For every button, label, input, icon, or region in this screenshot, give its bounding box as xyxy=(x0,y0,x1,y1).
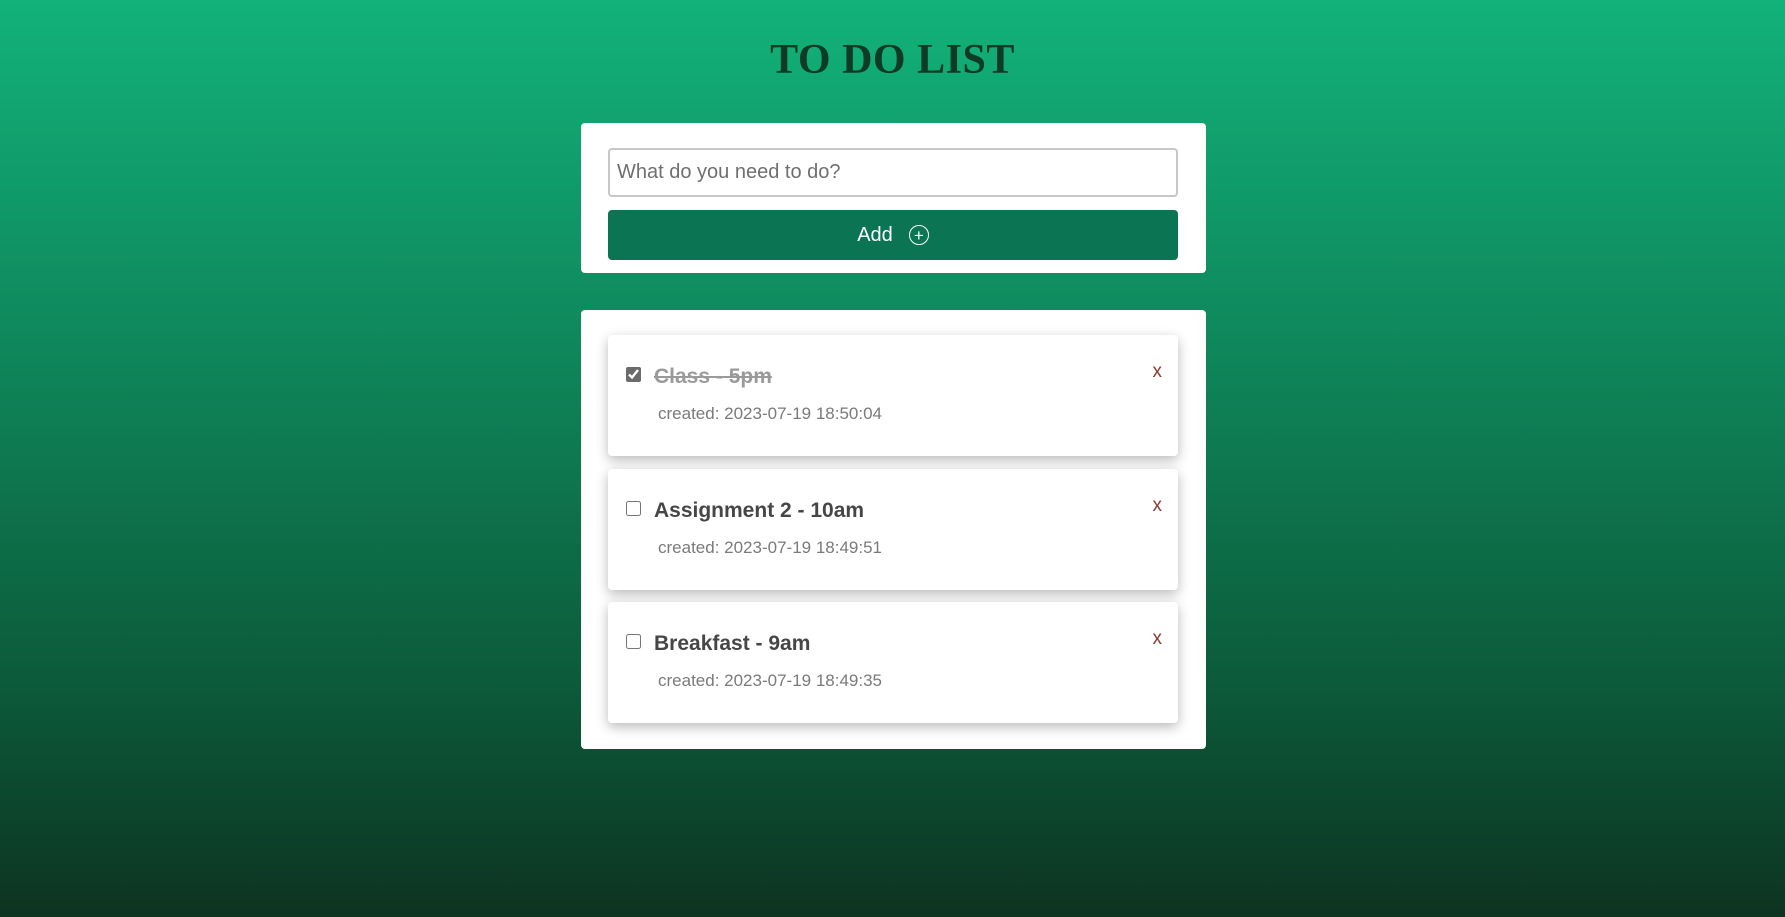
plus-circle-icon: + xyxy=(908,225,929,245)
todo-created-timestamp: created: 2023-07-19 18:49:35 xyxy=(658,671,883,690)
todo-checkbox[interactable] xyxy=(626,367,641,382)
todo-title: Breakfast - 9am xyxy=(654,632,811,655)
todo-list: Class - 5pm created: 2023-07-19 18:50:04… xyxy=(581,310,1206,749)
add-button-label: Add xyxy=(857,223,893,246)
delete-button[interactable]: x xyxy=(1153,361,1163,383)
todo-item: Class - 5pm created: 2023-07-19 18:50:04… xyxy=(608,335,1178,456)
todo-created-timestamp: created: 2023-07-19 18:49:51 xyxy=(658,538,883,557)
task-input[interactable] xyxy=(608,148,1178,197)
todo-checkbox[interactable] xyxy=(626,634,641,649)
todo-checkbox[interactable] xyxy=(626,501,641,516)
todo-item: Breakfast - 9am created: 2023-07-19 18:4… xyxy=(608,602,1178,723)
add-button[interactable]: Add + xyxy=(608,210,1178,260)
todo-title: Class - 5pm xyxy=(654,365,772,388)
page-title: TO DO LIST xyxy=(770,37,1015,83)
todo-title: Assignment 2 - 10am xyxy=(654,499,865,522)
add-task-card: Add + xyxy=(581,123,1206,273)
todo-created-timestamp: created: 2023-07-19 18:50:04 xyxy=(658,404,883,423)
todo-item: Assignment 2 - 10am created: 2023-07-19 … xyxy=(608,469,1178,590)
delete-button[interactable]: x xyxy=(1153,628,1163,650)
delete-button[interactable]: x xyxy=(1153,495,1163,517)
